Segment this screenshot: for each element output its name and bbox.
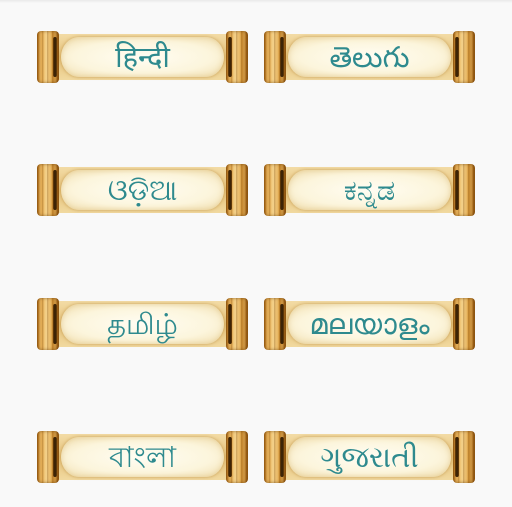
language-label-tamil: தமிழ் bbox=[107, 307, 178, 341]
scroll-post-right bbox=[228, 304, 232, 344]
scroll-paper: ગુજરાતી bbox=[288, 437, 451, 477]
language-button-hindi[interactable]: हिन्दी bbox=[37, 31, 248, 83]
scroll-post-left bbox=[53, 170, 57, 210]
language-grid: हिन्दी తెలుగు ଓଡ଼ିଆ ಕನ್ನಡ தமிழ் മലയാളം ব… bbox=[0, 0, 512, 507]
scroll-post-right bbox=[228, 170, 232, 210]
scroll-paper: বাংলা bbox=[61, 437, 224, 477]
scroll-paper: தமிழ் bbox=[61, 304, 224, 344]
scroll-post-left bbox=[53, 304, 57, 344]
language-label-odia: ଓଡ଼ିଆ bbox=[107, 173, 178, 207]
language-button-odia[interactable]: ଓଡ଼ିଆ bbox=[37, 164, 248, 216]
scroll-post-right bbox=[228, 437, 232, 477]
scroll-paper: తెలుగు bbox=[288, 37, 451, 77]
scroll-post-left bbox=[280, 37, 284, 77]
scroll-post-right bbox=[455, 437, 459, 477]
scroll-post-right bbox=[228, 37, 232, 77]
language-button-malayalam[interactable]: മലയാളം bbox=[264, 298, 475, 350]
language-label-kannada: ಕನ್ನಡ bbox=[343, 173, 396, 207]
scroll-post-left bbox=[280, 170, 284, 210]
scroll-post-left bbox=[280, 304, 284, 344]
scroll-post-right bbox=[455, 37, 459, 77]
scroll-post-right bbox=[455, 304, 459, 344]
scroll-paper: ಕನ್ನಡ bbox=[288, 170, 451, 210]
language-label-gujarati: ગુજરાતી bbox=[320, 440, 419, 474]
language-label-telugu: తెలుగు bbox=[329, 40, 410, 74]
language-button-gujarati[interactable]: ગુજરાતી bbox=[264, 431, 475, 483]
language-button-telugu[interactable]: తెలుగు bbox=[264, 31, 475, 83]
language-label-hindi: हिन्दी bbox=[115, 40, 170, 74]
scroll-paper: മലയാളം bbox=[288, 304, 451, 344]
language-button-tamil[interactable]: தமிழ் bbox=[37, 298, 248, 350]
language-label-malayalam: മലയാളം bbox=[309, 307, 430, 341]
scroll-post-left bbox=[53, 37, 57, 77]
scroll-paper: हिन्दी bbox=[61, 37, 224, 77]
language-button-bangla[interactable]: বাংলা bbox=[37, 431, 248, 483]
scroll-post-left bbox=[280, 437, 284, 477]
scroll-paper: ଓଡ଼ିଆ bbox=[61, 170, 224, 210]
scroll-post-right bbox=[455, 170, 459, 210]
language-button-kannada[interactable]: ಕನ್ನಡ bbox=[264, 164, 475, 216]
scroll-post-left bbox=[53, 437, 57, 477]
language-label-bangla: বাংলা bbox=[108, 440, 177, 474]
